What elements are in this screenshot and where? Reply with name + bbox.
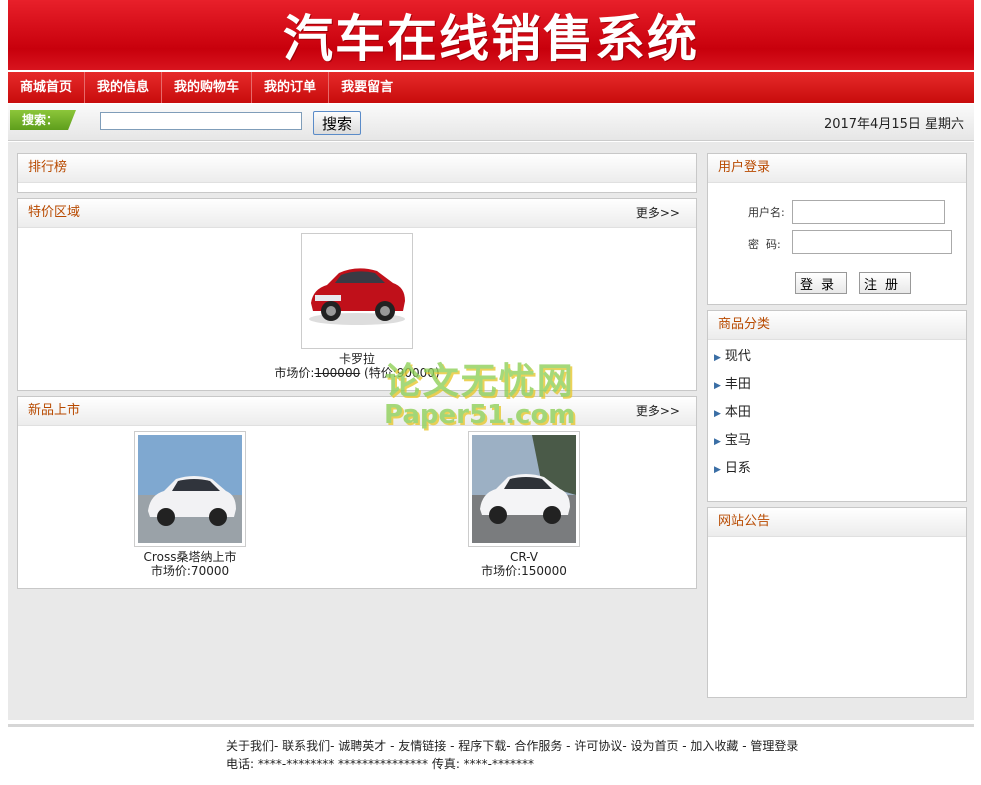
- specials-more-link[interactable]: 更多>>: [636, 199, 680, 227]
- categories-title: 商品分类: [708, 311, 966, 340]
- new-arrivals-panel: 新品上市 更多>> Cross桑塔纳上市 市场价:70000 CR-V 市场价:…: [17, 396, 697, 589]
- bullet-arrow-icon: ▶: [714, 465, 721, 475]
- login-panel: 用户登录 用户名: 密 码: 登录 注册: [707, 153, 967, 305]
- ranking-panel: 排行榜: [17, 153, 697, 193]
- notice-panel: 网站公告: [707, 507, 967, 698]
- market-price-value: 100000: [314, 366, 361, 380]
- new-arrivals-title: 新品上市: [28, 403, 81, 418]
- specials-panel: 特价区域 更多>> 卡罗拉 市场价:100000 (特价:90000): [17, 198, 697, 391]
- current-date: 2017年4月15日 星期六: [823, 117, 964, 132]
- product-name[interactable]: CR-V: [424, 550, 624, 564]
- product-name[interactable]: 卡罗拉: [257, 352, 457, 366]
- main-content: 排行榜 特价区域 更多>> 卡罗拉 市场价:100000 (特价:90000) …: [8, 142, 974, 720]
- nav-leave-message[interactable]: 我要留言: [329, 72, 405, 103]
- category-item[interactable]: ▶ 丰田: [714, 375, 751, 403]
- product-price: 市场价:150000: [481, 564, 567, 578]
- category-label[interactable]: 现代: [725, 349, 751, 364]
- search-input[interactable]: [100, 112, 302, 130]
- footer-links[interactable]: 关于我们- 联系我们- 诚聘英才 - 友情链接 - 程序下载- 合作服务 - 许…: [226, 737, 798, 754]
- product-image[interactable]: [301, 233, 413, 349]
- ranking-title: 排行榜: [18, 154, 696, 183]
- username-label: 用户名:: [748, 206, 785, 219]
- special-price: (特价:90000): [364, 366, 440, 380]
- specials-header: 特价区域 更多>>: [18, 199, 696, 228]
- search-bar: 搜索： 搜索 2017年4月15日 星期六: [8, 104, 974, 141]
- category-label[interactable]: 本田: [725, 405, 751, 420]
- nav-my-cart[interactable]: 我的购物车: [162, 72, 253, 103]
- car-image: [472, 435, 576, 543]
- category-item[interactable]: ▶ 日系: [714, 459, 751, 487]
- nav-home[interactable]: 商城首页: [8, 72, 86, 103]
- category-item[interactable]: ▶ 本田: [714, 403, 751, 431]
- product-card[interactable]: CR-V 市场价:150000: [424, 431, 624, 579]
- password-label: 密 码:: [748, 238, 781, 251]
- nav-my-orders[interactable]: 我的订单: [252, 72, 330, 103]
- product-card[interactable]: Cross桑塔纳上市 市场价:70000: [90, 431, 290, 579]
- nav-my-info[interactable]: 我的信息: [85, 72, 163, 103]
- username-field[interactable]: [792, 200, 945, 224]
- product-name[interactable]: Cross桑塔纳上市: [90, 550, 290, 564]
- notice-title: 网站公告: [708, 508, 966, 537]
- search-button[interactable]: 搜索: [313, 111, 361, 135]
- product-image[interactable]: [468, 431, 580, 547]
- product-image[interactable]: [134, 431, 246, 547]
- bullet-arrow-icon: ▶: [714, 353, 721, 363]
- footer-contact: 电话: ****-******** *************** 传真: **…: [226, 757, 535, 771]
- specials-title: 特价区域: [28, 205, 81, 220]
- bullet-arrow-icon: ▶: [714, 381, 721, 391]
- car-image: [138, 435, 242, 543]
- login-button[interactable]: 登录: [795, 272, 847, 294]
- category-item[interactable]: ▶ 现代: [714, 347, 751, 375]
- bullet-arrow-icon: ▶: [714, 437, 721, 447]
- site-title: 汽车在线销售系统: [283, 10, 699, 68]
- login-title: 用户登录: [708, 154, 966, 183]
- new-arrivals-header: 新品上市 更多>>: [18, 397, 696, 426]
- password-field[interactable]: [792, 230, 952, 254]
- footer: 关于我们- 联系我们- 诚聘英才 - 友情链接 - 程序下载- 合作服务 - 许…: [8, 724, 974, 785]
- product-card[interactable]: 卡罗拉 市场价:100000 (特价:90000): [257, 233, 457, 381]
- bullet-arrow-icon: ▶: [714, 409, 721, 419]
- category-label[interactable]: 丰田: [725, 377, 751, 392]
- site-banner: 汽车在线销售系统: [8, 0, 974, 70]
- main-nav: 商城首页 我的信息 我的购物车 我的订单 我要留言: [8, 72, 974, 103]
- category-item[interactable]: ▶ 宝马: [714, 431, 751, 459]
- new-arrivals-more-link[interactable]: 更多>>: [636, 397, 680, 425]
- product-price: 市场价:70000: [150, 564, 230, 578]
- category-label[interactable]: 宝马: [725, 433, 751, 448]
- product-price: 市场价:100000 (特价:90000): [257, 366, 457, 381]
- search-label: 搜索：: [10, 110, 76, 130]
- category-list: ▶ 现代 ▶ 丰田 ▶ 本田 ▶ 宝马 ▶ 日系: [714, 347, 751, 487]
- register-button[interactable]: 注册: [859, 272, 911, 294]
- market-price-label: 市场价:: [274, 366, 315, 380]
- categories-panel: 商品分类 ▶ 现代 ▶ 丰田 ▶ 本田 ▶ 宝马 ▶ 日系: [707, 310, 967, 502]
- category-label[interactable]: 日系: [725, 461, 751, 476]
- car-image: [309, 268, 405, 325]
